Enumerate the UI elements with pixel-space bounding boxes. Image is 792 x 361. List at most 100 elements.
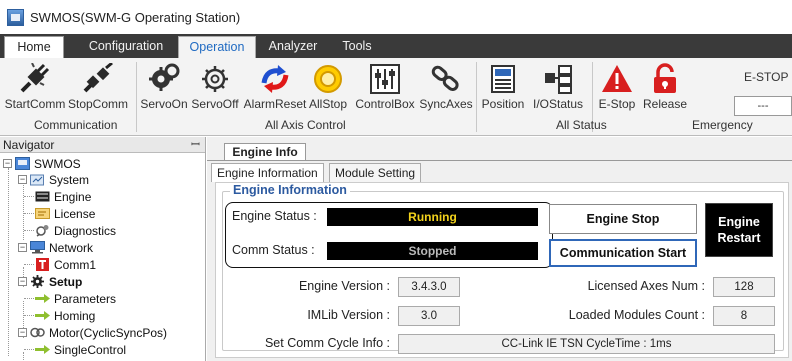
- tree-item-swmos[interactable]: − SWMOS: [3, 155, 81, 172]
- engine-restart-button[interactable]: Engine Restart: [705, 203, 773, 257]
- tree-item-homing[interactable]: Homing: [35, 307, 95, 324]
- pin-icon[interactable]: ꟷ: [191, 137, 200, 152]
- tree-item-license[interactable]: License: [35, 205, 95, 222]
- tree-item-diagnostics[interactable]: Diagnostics: [35, 222, 116, 239]
- title-bar: SWMOS(SWM-G Operating Station): [0, 0, 792, 34]
- navigator-panel: Navigator ꟷ − SWMOS − System Engine Lice…: [0, 137, 206, 361]
- imlib-version-value: 3.0: [398, 306, 460, 326]
- alarm-reset-label: AlarmReset: [243, 97, 307, 111]
- tab-operation[interactable]: Operation: [178, 36, 256, 58]
- position-button[interactable]: Position: [476, 62, 530, 118]
- tab-configuration[interactable]: Configuration: [80, 36, 172, 58]
- tree-label: Network: [49, 240, 94, 255]
- arrow-right-icon: [35, 294, 50, 303]
- servo-gear-icon: [146, 62, 182, 96]
- communication-start-button[interactable]: Communication Start: [549, 239, 697, 267]
- estop-status-label: E-STOP :: [744, 70, 792, 84]
- all-stop-button[interactable]: AllStop: [304, 62, 352, 118]
- group-emergency: Emergency: [692, 118, 753, 132]
- io-status-label: I/OStatus: [532, 97, 584, 111]
- stop-comm-button[interactable]: StopComm: [64, 62, 132, 118]
- comm-t-icon: [36, 258, 49, 271]
- collapse-icon[interactable]: −: [18, 328, 27, 337]
- app-icon: [7, 8, 24, 26]
- io-status-button[interactable]: I/OStatus: [528, 62, 588, 118]
- tab-divider: [207, 160, 792, 161]
- tree-label: Motor(CyclicSyncPos): [49, 325, 168, 340]
- tab-engine-information[interactable]: Engine Information: [211, 163, 324, 182]
- tree-label: Setup: [49, 274, 83, 289]
- tab-tools[interactable]: Tools: [334, 36, 380, 58]
- collapse-icon[interactable]: −: [3, 159, 12, 168]
- arrow-right-icon: [35, 311, 50, 320]
- tree-connector: [23, 352, 24, 361]
- tree-item-system[interactable]: − System: [18, 171, 89, 188]
- plug-connect-icon: [17, 62, 53, 96]
- licensed-axes-value: 128: [713, 277, 775, 297]
- station-icon: [15, 157, 30, 170]
- comm-cycle-value: CC-Link IE TSN CycleTime : 1ms: [398, 334, 775, 354]
- diagnostics-icon: [36, 225, 49, 237]
- tree-item-motor[interactable]: − Motor(CyclicSyncPos): [18, 324, 167, 341]
- control-box-label: ControlBox: [355, 97, 415, 111]
- tree-connector: [24, 264, 34, 265]
- e-stop-button[interactable]: E-Stop: [592, 62, 642, 118]
- section-title: Engine Information: [230, 183, 350, 197]
- stop-comm-label: StopComm: [67, 97, 129, 111]
- tree-item-setup[interactable]: − Setup: [18, 273, 82, 290]
- control-box-button[interactable]: ControlBox: [354, 62, 416, 118]
- start-comm-label: StartComm: [4, 97, 66, 111]
- collapse-icon[interactable]: −: [18, 175, 27, 184]
- tree-label: Parameters: [54, 291, 117, 306]
- imlib-version-label: IMLib Version :: [307, 308, 390, 322]
- servo-off-label: ServoOff: [191, 97, 239, 111]
- system-icon: [30, 174, 44, 186]
- servo-on-label: ServoOn: [140, 97, 188, 111]
- comm-status-value: Stopped: [327, 242, 538, 260]
- license-icon: [35, 208, 50, 219]
- group-all-axis-control: All Axis Control: [265, 118, 346, 132]
- tree-item-comm1[interactable]: Comm1: [35, 256, 96, 273]
- position-monitor-icon: [485, 62, 521, 96]
- tab-analyzer[interactable]: Analyzer: [262, 36, 324, 58]
- engine-stop-button[interactable]: Engine Stop: [549, 204, 697, 234]
- tree-connector: [8, 168, 9, 356]
- tree-item-single-control[interactable]: SingleControl: [35, 341, 126, 358]
- tree-item-parameters[interactable]: Parameters: [35, 290, 116, 307]
- group-communication: Communication: [34, 118, 118, 132]
- alarm-reset-button[interactable]: AlarmReset: [244, 62, 306, 118]
- licensed-axes-label: Licensed Axes Num :: [587, 279, 705, 293]
- chain-link-icon: [428, 62, 464, 96]
- tree-connector: [24, 315, 34, 316]
- loaded-modules-label: Loaded Modules Count :: [568, 308, 705, 322]
- arrow-right-icon: [35, 345, 50, 354]
- engine-restart-line1: Engine: [718, 215, 760, 229]
- unlock-icon: [647, 62, 683, 96]
- tree-connector: [24, 230, 34, 231]
- servo-on-button[interactable]: ServoOn: [138, 62, 190, 118]
- engine-information-panel: Engine Information Engine Status : Runni…: [215, 182, 789, 358]
- start-comm-button[interactable]: StartComm: [5, 62, 65, 118]
- release-button[interactable]: Release: [640, 62, 690, 118]
- warning-triangle-icon: [599, 62, 635, 96]
- engine-version-value: 3.4.3.0: [398, 277, 460, 297]
- tree-connector: [24, 349, 34, 350]
- tree-item-network[interactable]: − Network: [18, 239, 93, 256]
- tab-module-setting[interactable]: Module Setting: [329, 163, 422, 182]
- tree-label: Engine: [54, 189, 92, 204]
- tab-engine-info[interactable]: Engine Info: [224, 143, 306, 161]
- collapse-icon[interactable]: −: [18, 277, 27, 286]
- position-label: Position: [481, 97, 525, 111]
- servo-off-button[interactable]: ServoOff: [188, 62, 242, 118]
- e-stop-label: E-Stop: [598, 97, 636, 111]
- sync-axes-button[interactable]: SyncAxes: [418, 62, 474, 118]
- tree-connector: [24, 196, 34, 197]
- tree-label: SWMOS: [34, 156, 81, 171]
- all-stop-label: AllStop: [308, 97, 348, 111]
- collapse-icon[interactable]: −: [18, 243, 27, 252]
- tab-home[interactable]: Home: [4, 36, 64, 58]
- estop-status-value: ---: [734, 96, 792, 116]
- tree-item-engine[interactable]: Engine: [35, 188, 91, 205]
- engine-restart-line2: Restart: [717, 231, 761, 245]
- comm-status-label: Comm Status :: [232, 243, 315, 257]
